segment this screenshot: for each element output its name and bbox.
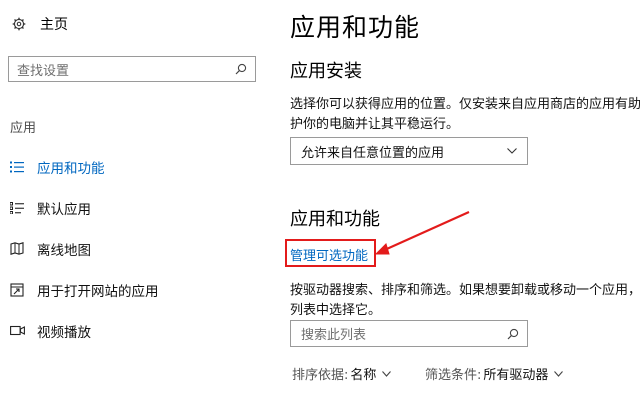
page-title: 应用和功能 [290, 13, 421, 42]
filter-by-dropdown[interactable]: 筛选条件: 所有驱动器 [425, 364, 564, 383]
filter-value: 所有驱动器 [483, 368, 549, 383]
chevron-down-icon [507, 148, 517, 154]
list-icon [9, 159, 25, 175]
sort-label: 排序依据: [292, 368, 349, 383]
app-install-desc-line2: 护你的电脑并让其平稳运行。 [290, 117, 460, 132]
dropdown-selected-value: 允许来自任意位置的应用 [301, 145, 445, 161]
home-nav[interactable]: 主页 [12, 14, 68, 34]
sidebar-item-label: 视频播放 [37, 324, 91, 341]
sort-filter-bar: 排序依据: 名称 筛选条件: 所有驱动器 [292, 364, 564, 383]
apps-features-description: 按驱动器搜索、排序和筛选。如果想要卸载或移动一个应用，请从 列表中选择它。 [290, 281, 640, 321]
app-install-source-dropdown[interactable]: 允许来自任意位置的应用 [290, 137, 528, 165]
sidebar-item-apps-features[interactable]: 应用和功能 [0, 146, 268, 187]
sidebar-item-label: 用于打开网站的应用 [37, 283, 159, 300]
sidebar-item-label: 默认应用 [37, 201, 91, 218]
sidebar-item-apps-for-websites[interactable]: 用于打开网站的应用 [0, 269, 268, 310]
sidebar-nav: 应用和功能 默认应用 离线地图 用于打开网站的应用 视频播放 [0, 146, 268, 351]
settings-search-placeholder: 查找设置 [17, 63, 70, 79]
app-install-description: 选择你可以获得应用的位置。仅安装来自应用商店的应用有助于保 护你的电脑并让其平稳… [290, 95, 640, 135]
sidebar-item-label: 离线地图 [37, 242, 91, 259]
sidebar: 主页 查找设置 应用 应用和功能 默认应用 离线地图 用于打开网站的应用 视频播… [0, 0, 268, 393]
default-apps-icon [9, 200, 25, 216]
search-icon[interactable] [235, 63, 247, 75]
sort-value: 名称 [350, 368, 377, 383]
map-icon [9, 241, 25, 257]
gear-icon [12, 17, 26, 31]
sidebar-item-label: 应用和功能 [37, 160, 105, 177]
search-list-placeholder: 搜索此列表 [301, 328, 367, 343]
main-content: 应用和功能 应用安装 选择你可以获得应用的位置。仅安装来自应用商店的应用有助于保… [268, 0, 640, 393]
home-label: 主页 [40, 17, 68, 33]
search-list-input[interactable]: 搜索此列表 [290, 320, 528, 347]
annotation-highlight-box [285, 239, 376, 267]
settings-search-input[interactable]: 查找设置 [8, 56, 256, 82]
chevron-down-icon [554, 370, 564, 377]
chevron-down-icon [382, 370, 392, 377]
apps-desc-line2: 列表中选择它。 [290, 303, 382, 318]
sort-by-dropdown[interactable]: 排序依据: 名称 [292, 364, 392, 383]
app-install-desc-line1: 选择你可以获得应用的位置。仅安装来自应用商店的应用有助于保 [290, 97, 640, 112]
sidebar-item-default-apps[interactable]: 默认应用 [0, 187, 268, 228]
apps-features-heading: 应用和功能 [290, 209, 380, 230]
filter-label: 筛选条件: [425, 368, 482, 383]
open-in-app-icon [9, 282, 25, 298]
video-icon [9, 323, 25, 339]
app-install-heading: 应用安装 [290, 61, 362, 82]
apps-desc-line1: 按驱动器搜索、排序和筛选。如果想要卸载或移动一个应用，请从 [290, 283, 640, 298]
sidebar-item-video-playback[interactable]: 视频播放 [0, 310, 268, 351]
sidebar-item-offline-maps[interactable]: 离线地图 [0, 228, 268, 269]
search-icon[interactable] [507, 328, 519, 340]
section-label-apps: 应用 [10, 121, 37, 136]
